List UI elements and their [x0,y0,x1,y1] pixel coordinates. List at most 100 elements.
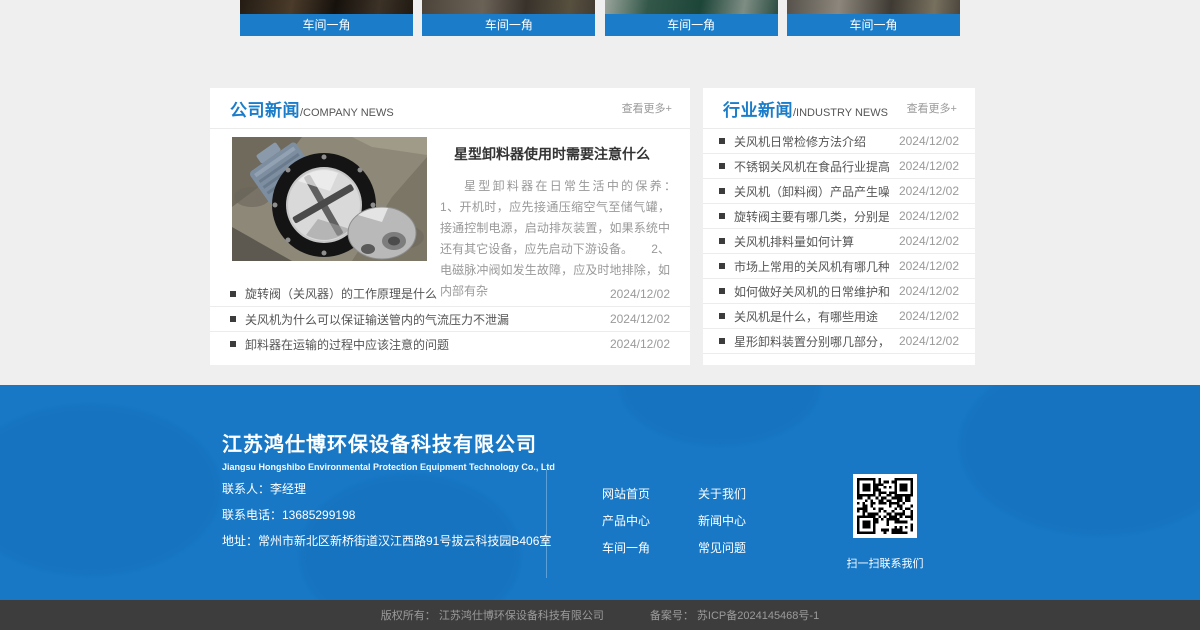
footer-divider [546,470,547,578]
footer-nav: 网站首页 关于我们 产品中心 新闻中心 车间一角 常见问题 [602,485,746,556]
workshop-photo [240,0,413,14]
news-item-title: 关风机（卸料阀）产品产生噪音原 [734,183,889,200]
company-news-header: 公司新闻/COMPANY NEWS 查看更多+ [210,88,690,129]
bullet-square-icon [719,313,725,319]
workshop-photo [422,0,595,14]
industry-news-panel: 行业新闻/INDUSTRY NEWS 查看更多+ 关风机日常检修方法介绍 202… [703,88,975,365]
map-watermark [620,385,820,445]
news-item-date: 2024/12/02 [899,209,959,223]
footer-link-workshop[interactable]: 车间一角 [602,539,670,556]
industry-news-title-zh: 行业新闻 [723,101,793,120]
news-item-title: 旋转阀主要有哪几类，分别是什么 [734,208,889,225]
news-item-date: 2024/12/02 [610,312,670,326]
qr-code-image [857,478,913,534]
footer-company-name: 江苏鸿仕博环保设备科技有限公司 [222,428,555,457]
bullet-square-icon [719,138,725,144]
bullet-square-icon [719,188,725,194]
footer-link-about[interactable]: 关于我们 [698,485,746,502]
featured-article-title[interactable]: 星型卸料器使用时需要注意什么 [440,144,670,164]
footer: 江苏鸿仕博环保设备科技有限公司 Jiangsu Hongshibo Enviro… [0,385,1200,600]
footer-link-home[interactable]: 网站首页 [602,485,670,502]
gallery-card[interactable]: 车间一角 [422,0,595,36]
bullet-square-icon [719,163,725,169]
gallery-card[interactable]: 车间一角 [605,0,778,36]
gallery-card[interactable]: 车间一角 [787,0,960,36]
bullet-square-icon [719,288,725,294]
news-item-title: 如何做好关风机的日常维护和保养 [734,283,889,300]
industry-news-title: 行业新闻/INDUSTRY NEWS [723,96,888,121]
news-item-title: 关风机是什么，有哪些用途 [734,308,889,325]
bullet-square-icon [719,238,725,244]
news-item-title: 关风机为什么可以保证输送管内的气流压力不泄漏 [245,311,600,328]
footer-company-name-en: Jiangsu Hongshibo Environmental Protecti… [222,462,555,472]
news-item-date: 2024/12/02 [899,259,959,273]
footer-company-block: 江苏鸿仕博环保设备科技有限公司 Jiangsu Hongshibo Enviro… [222,428,555,472]
map-watermark [960,385,1200,535]
gallery-caption[interactable]: 车间一角 [605,14,778,36]
news-list-item[interactable]: 关风机是什么，有哪些用途 2024/12/02 [703,304,975,329]
gallery-card[interactable]: 车间一角 [240,0,413,36]
company-news-more-link[interactable]: 查看更多+ [622,100,672,116]
company-news-title-zh: 公司新闻 [230,101,300,120]
map-watermark [0,405,220,575]
industry-news-more-link[interactable]: 查看更多+ [907,100,957,116]
qr-caption: 扫一扫联系我们 [838,555,932,571]
news-list-item[interactable]: 旋转阀（关风器）的工作原理是什么 2024/12/02 [210,281,690,306]
news-list-item[interactable]: 卸料器在运输的过程中应该注意的问题 2024/12/02 [210,331,690,356]
company-news-title-en: /COMPANY NEWS [300,107,394,119]
footer-contact-phone: 联系电话：13685299198 [222,502,551,528]
news-item-title: 星形卸料装置分别哪几部分，需要 [734,333,889,350]
news-item-title: 卸料器在运输的过程中应该注意的问题 [245,336,600,353]
icp-record-link[interactable]: 备案号： 苏ICP备2024145468号-1 [650,607,819,623]
workshop-photo [605,0,778,14]
news-list-item[interactable]: 如何做好关风机的日常维护和保养 2024/12/02 [703,279,975,304]
news-list-item[interactable]: 关风机为什么可以保证输送管内的气流压力不泄漏 2024/12/02 [210,306,690,331]
industry-news-header: 行业新闻/INDUSTRY NEWS 查看更多+ [703,88,975,129]
workshop-gallery: 车间一角 车间一角 车间一角 车间一角 [240,0,960,36]
news-item-date: 2024/12/02 [610,287,670,301]
copyright-bar: 版权所有： 江苏鸿仕博环保设备科技有限公司 备案号： 苏ICP备20241454… [0,600,1200,630]
gallery-caption[interactable]: 车间一角 [422,14,595,36]
rotary-feeder-photo-illustration [232,137,427,261]
news-item-date: 2024/12/02 [899,159,959,173]
company-news-title: 公司新闻/COMPANY NEWS [230,96,394,121]
bullet-square-icon [719,213,725,219]
footer-link-faq[interactable]: 常见问题 [698,539,746,556]
industry-news-list: 关风机日常检修方法介绍 2024/12/02 不锈钢关风机在食品行业提高了工 2… [703,129,975,354]
news-item-title: 旋转阀（关风器）的工作原理是什么 [245,285,600,302]
news-list-item[interactable]: 关风机日常检修方法介绍 2024/12/02 [703,129,975,154]
company-news-list: 旋转阀（关风器）的工作原理是什么 2024/12/02 关风机为什么可以保证输送… [210,281,690,356]
news-list-item[interactable]: 星形卸料装置分别哪几部分，需要 2024/12/02 [703,329,975,354]
bullet-square-icon [230,341,236,347]
footer-contact-block: 联系人：李经理 联系电话：13685299198 地址：常州市新北区新桥街道汉江… [222,476,551,554]
news-list-item[interactable]: 旋转阀主要有哪几类，分别是什么 2024/12/02 [703,204,975,229]
footer-contact-person: 联系人：李经理 [222,476,551,502]
news-item-date: 2024/12/02 [899,284,959,298]
news-item-title: 市场上常用的关风机有哪几种？ [734,258,889,275]
news-list-item[interactable]: 关风机排料量如何计算 2024/12/02 [703,229,975,254]
news-list-item[interactable]: 市场上常用的关风机有哪几种？ 2024/12/02 [703,254,975,279]
news-item-date: 2024/12/02 [899,334,959,348]
news-item-title: 关风机排料量如何计算 [734,233,889,250]
footer-address: 地址：常州市新北区新桥街道汉江西路91号拔云科技园B406室 [222,528,551,554]
featured-article-image[interactable] [232,137,427,261]
gallery-caption[interactable]: 车间一角 [787,14,960,36]
news-list-item[interactable]: 不锈钢关风机在食品行业提高了工 2024/12/02 [703,154,975,179]
footer-link-news[interactable]: 新闻中心 [698,512,746,529]
qr-code [853,474,917,538]
news-item-date: 2024/12/02 [899,309,959,323]
news-list-item[interactable]: 关风机（卸料阀）产品产生噪音原 2024/12/02 [703,179,975,204]
news-item-title: 关风机日常检修方法介绍 [734,133,889,150]
news-item-date: 2024/12/02 [610,337,670,351]
bullet-square-icon [230,316,236,322]
featured-article-text: 星型卸料器使用时需要注意什么 星型卸料器在日常生活中的保养： 1、开机时，应先接… [440,144,670,302]
copyright-text: 版权所有： 江苏鸿仕博环保设备科技有限公司 [381,607,604,623]
news-item-date: 2024/12/02 [899,234,959,248]
footer-link-products[interactable]: 产品中心 [602,512,670,529]
news-item-date: 2024/12/02 [899,134,959,148]
gallery-caption[interactable]: 车间一角 [240,14,413,36]
bullet-square-icon [719,263,725,269]
news-item-date: 2024/12/02 [899,184,959,198]
news-item-title: 不锈钢关风机在食品行业提高了工 [734,158,889,175]
company-news-panel: 公司新闻/COMPANY NEWS 查看更多+ [210,88,690,365]
